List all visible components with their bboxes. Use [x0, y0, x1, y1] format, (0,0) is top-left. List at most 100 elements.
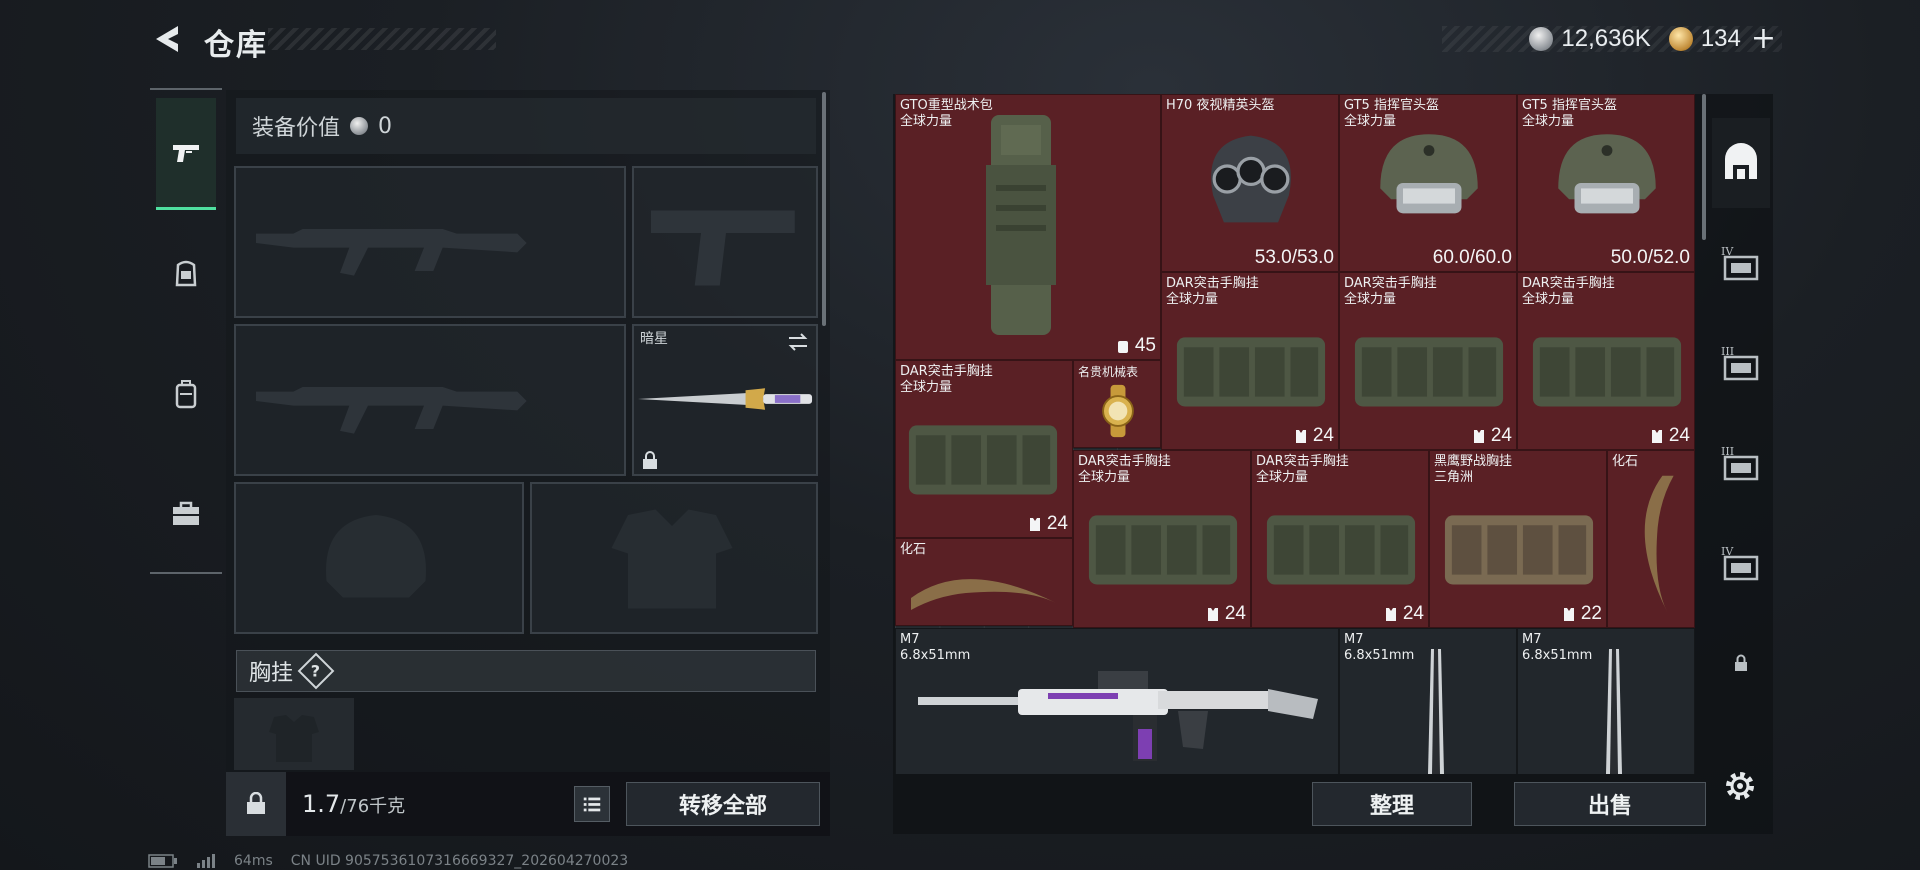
item-faction: 三角洲: [1434, 470, 1474, 485]
container-icon: IV: [1721, 245, 1759, 281]
rnav-tier-4-b[interactable]: IV: [1712, 518, 1770, 608]
stash-item-m7-mag-2[interactable]: M7 6.8x51mm: [1517, 628, 1695, 774]
stash-item-dar-rig-3[interactable]: DAR突击手胸挂 全球力量 24: [1517, 272, 1695, 450]
item-name: DAR突击手胸挂: [1522, 276, 1615, 291]
gear-icon[interactable]: [1722, 768, 1758, 804]
ping-text: 64ms: [234, 853, 273, 869]
weight-current: 1.7: [302, 790, 341, 818]
stash-grid: GTO重型战术包 全球力量 45 H70 夜视精英头盔 53.0/53.0 GT…: [895, 94, 1695, 774]
stash-item-h70-helmet[interactable]: H70 夜视精英头盔 53.0/53.0: [1161, 94, 1339, 272]
stash-item-blackhawk-rig[interactable]: 黑鹰野战胸挂 三角洲 22: [1429, 450, 1607, 628]
stash-item-dar-rig-5[interactable]: DAR突击手胸挂 全球力量 24: [1073, 450, 1251, 628]
rnav-locked[interactable]: [1712, 618, 1770, 708]
item-caliber: 6.8x51mm: [1522, 648, 1593, 663]
nav-weapons[interactable]: [156, 98, 216, 210]
backpack-mini-icon: [1117, 341, 1128, 353]
vest-mini-icon: [1029, 518, 1040, 531]
item-faction: 全球力量: [900, 114, 953, 129]
sell-button[interactable]: 出售: [1514, 782, 1706, 826]
warehouse-icon: [1725, 143, 1757, 179]
stash-item-gto-pack[interactable]: GTO重型战术包 全球力量 45: [895, 94, 1161, 360]
item-name: DAR突击手胸挂: [1078, 454, 1171, 469]
rnav-warehouse[interactable]: [1712, 118, 1770, 208]
armor-slot[interactable]: [530, 482, 818, 634]
item-name: 名贵机械表: [1078, 365, 1139, 379]
vest-silhouette-icon: [611, 509, 733, 609]
title-stripe: [268, 28, 496, 50]
rifle-silhouette-icon: [256, 229, 527, 276]
back-icon[interactable]: [150, 22, 184, 56]
item-durability: 53.0/53.0: [1254, 247, 1334, 268]
add-currency-button[interactable]: +: [1751, 24, 1776, 54]
chest-rig-icon: [908, 425, 1058, 495]
claw-fossil-icon: [1644, 475, 1674, 612]
rnav-tier-3-b[interactable]: III: [1712, 418, 1770, 508]
secondary-weapon-slot[interactable]: [234, 324, 626, 476]
item-capacity: 24: [1402, 603, 1424, 624]
stash-item-m7-rifle[interactable]: M7 6.8x51mm: [895, 628, 1339, 774]
chest-rig-icon: [1266, 515, 1416, 585]
gold-coin-icon: [1668, 27, 1693, 51]
melee-slot[interactable]: 暗星: [632, 324, 818, 476]
vest-mini-icon: [1473, 430, 1484, 443]
list-view-button[interactable]: [574, 786, 610, 822]
chest-rig-slot[interactable]: [234, 698, 354, 770]
item-name: M7: [1522, 632, 1542, 647]
item-name: GT5 指挥官头盔: [1344, 98, 1439, 113]
loadout-scrollbar[interactable]: [822, 92, 826, 326]
briefcase-icon: [173, 501, 199, 525]
chest-rig-icon: [1176, 337, 1326, 407]
signal-icon: [197, 854, 215, 868]
pistol-slot[interactable]: [632, 166, 818, 318]
backpack-icon: [986, 115, 1056, 335]
stash-item-dar-rig-1[interactable]: DAR突击手胸挂 全球力量 24: [1161, 272, 1339, 450]
lock-icon: [247, 792, 265, 814]
item-name: DAR突击手胸挂: [900, 364, 993, 379]
stash-item-dar-rig-2[interactable]: DAR突击手胸挂 全球力量 24: [1339, 272, 1517, 450]
equipment-value: 装备价值 0: [236, 98, 816, 154]
stash-item-fossil-1[interactable]: 化石: [895, 538, 1073, 626]
silver-amount: 12,636K: [1561, 25, 1651, 52]
container-icon: IV: [1721, 545, 1759, 581]
stash-item-gt5-helmet-1[interactable]: GT5 指挥官头盔 全球力量 60.0/60.0: [1339, 94, 1517, 272]
help-button[interactable]: ?: [297, 652, 335, 690]
lock-icon: [643, 451, 657, 469]
rnav-tier-3-a[interactable]: III: [1712, 318, 1770, 408]
stash-panel: GTO重型战术包 全球力量 45 H70 夜视精英头盔 53.0/53.0 GT…: [893, 94, 1773, 834]
stash-item-gt5-helmet-2[interactable]: GT5 指挥官头盔 全球力量 50.0/52.0: [1517, 94, 1695, 272]
container-icon: III: [1721, 445, 1759, 481]
chest-rig-icon: [1532, 337, 1682, 407]
item-faction: 全球力量: [1078, 470, 1131, 485]
watch-icon: [1102, 384, 1134, 438]
vest-mini-icon: [1207, 608, 1218, 621]
nightvision-helmet-icon: [1211, 135, 1291, 223]
stash-scrollbar[interactable]: [1702, 94, 1706, 240]
claw-fossil-icon: [911, 579, 1056, 610]
primary-weapon-slot[interactable]: [234, 166, 626, 318]
nav-backpack[interactable]: [156, 338, 216, 450]
uid-text: CN UID 9057536107316669327_202604270023: [290, 853, 629, 869]
item-faction: 全球力量: [1522, 292, 1575, 307]
item-faction: 全球力量: [900, 380, 953, 395]
list-icon: [583, 797, 601, 812]
chest-rig-label: 胸挂: [249, 661, 294, 686]
backpack-icon: [175, 380, 197, 409]
stash-item-dar-rig-4[interactable]: DAR突击手胸挂 全球力量 24: [895, 360, 1073, 538]
weight-lock-button[interactable]: [226, 772, 286, 836]
stash-item-fossil-2[interactable]: 化石: [1607, 450, 1695, 628]
silver-coin-icon: [350, 117, 369, 135]
swap-icon[interactable]: [786, 330, 810, 354]
rnav-tier-4-a[interactable]: IV: [1712, 218, 1770, 308]
pistol-silhouette-icon: [651, 210, 795, 286]
stash-item-m7-mag-1[interactable]: M7 6.8x51mm: [1339, 628, 1517, 774]
knife-icon: [638, 388, 813, 410]
nav-armor[interactable]: [156, 218, 216, 330]
sort-button[interactable]: 整理: [1312, 782, 1472, 826]
stash-item-luxury-watch[interactable]: 名贵机械表: [1073, 360, 1161, 448]
stash-item-dar-rig-6[interactable]: DAR突击手胸挂 全球力量 24: [1251, 450, 1429, 628]
helmet-slot[interactable]: [234, 482, 524, 634]
nav-case[interactable]: [156, 458, 216, 570]
helmet-icon: [1558, 134, 1656, 214]
transfer-all-button[interactable]: 转移全部: [626, 782, 820, 826]
lock-icon: [1735, 654, 1747, 671]
